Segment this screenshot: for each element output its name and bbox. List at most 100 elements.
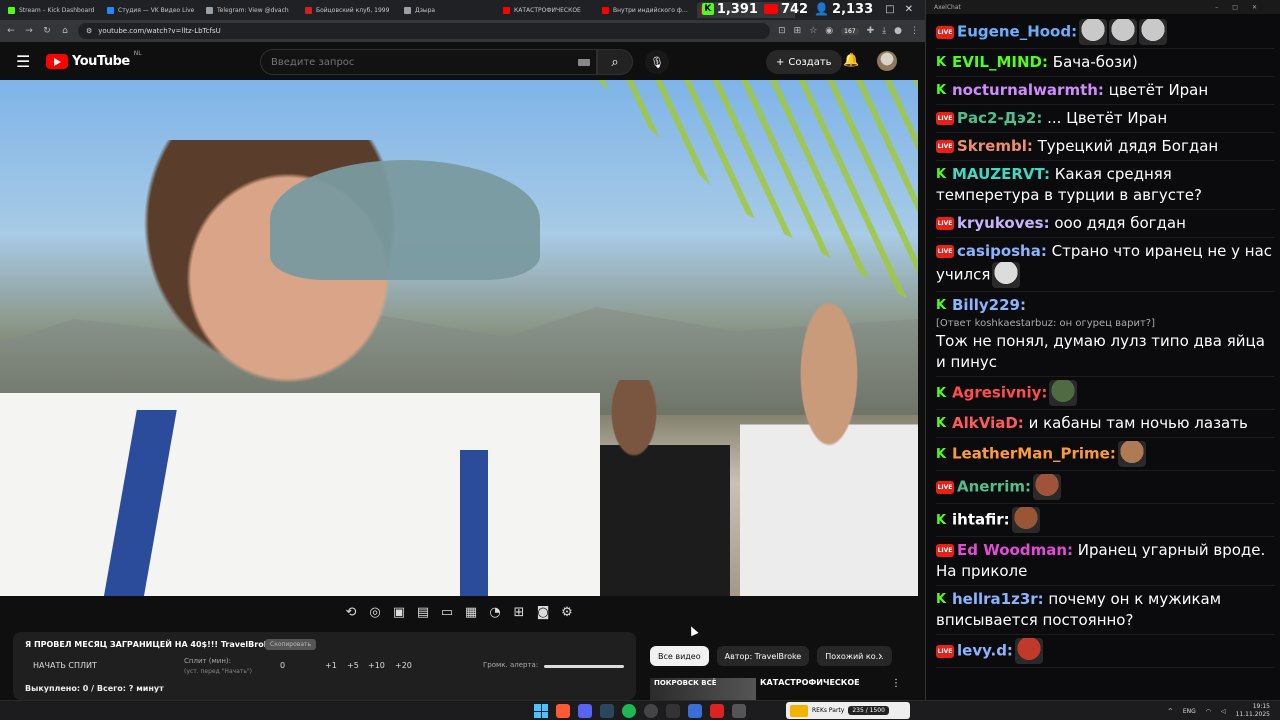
chat-username[interactable]: nocturnalwarmth:	[952, 81, 1104, 99]
camera-icon[interactable]: ◙	[535, 605, 551, 620]
chat-username[interactable]: ihtafir:	[952, 511, 1010, 529]
translate-icon[interactable]: ⊞	[794, 26, 802, 36]
extension-icon[interactable]: ◉	[825, 26, 833, 36]
chat-emote-icon	[1033, 474, 1062, 500]
chat-username[interactable]: Ed Woodman:	[957, 541, 1073, 559]
create-button[interactable]: + Создать	[766, 50, 842, 74]
notifications-bell-icon[interactable]: 🔔	[843, 53, 859, 68]
chat-username[interactable]: Anerrim:	[957, 478, 1031, 496]
profile-icon[interactable]: ●	[894, 26, 902, 36]
language-indicator[interactable]: ENG	[1183, 708, 1196, 715]
related-video[interactable]: ПОКРОВСК ВСЁ КАТАСТРОФИЧЕСКОЕ ⋮	[650, 678, 910, 700]
clip-icon[interactable]: ▤	[415, 605, 431, 620]
increment-button-20[interactable]: +20	[395, 661, 412, 670]
settings-gear-icon[interactable]: ⚙	[559, 605, 575, 620]
chat-username[interactable]: Skrembl:	[957, 137, 1033, 155]
obs-icon[interactable]	[644, 704, 658, 718]
browser-tab[interactable]: Бойцовский клуб, 1999	[301, 2, 399, 18]
download-icon[interactable]: ⤓	[882, 26, 886, 36]
start-split-button[interactable]: НАЧАТЬ СПЛИТ	[33, 661, 97, 670]
alert-volume-slider[interactable]	[544, 665, 624, 668]
search-input[interactable]	[271, 56, 578, 68]
windows-start-icon[interactable]	[534, 704, 548, 718]
increment-button-1[interactable]: +1	[325, 661, 337, 670]
search-button[interactable]: ⌕	[597, 49, 633, 75]
increment-button-5[interactable]: +5	[347, 661, 359, 670]
close-icon[interactable]: ✕	[905, 4, 913, 15]
menu-icon[interactable]: ☰	[16, 52, 32, 71]
chip-all-videos[interactable]: Все видео	[650, 646, 709, 666]
browser-tab[interactable]: Дзыра	[400, 2, 498, 18]
related-title[interactable]: КАТАСТРОФИЧЕСКОЕ	[760, 678, 890, 687]
chat-username[interactable]: Eugene_Hood:	[957, 23, 1077, 41]
chevron-right-icon[interactable]: ›	[878, 649, 883, 663]
install-icon[interactable]: ⊡	[778, 26, 786, 36]
chat-username[interactable]: LeatherMan_Prime:	[952, 445, 1116, 463]
url-field[interactable]: ⚙ youtube.com/watch?v=lltz-LbTcfsU	[78, 23, 771, 39]
speed-icon[interactable]: ◔	[487, 605, 503, 620]
more-vert-icon[interactable]: ⋮	[891, 678, 901, 689]
rec-widget[interactable]: REKs Party 235 / 1500	[786, 702, 910, 719]
video-player[interactable]	[0, 80, 918, 596]
browser-tab[interactable]: Внутри индийского ф…	[598, 2, 696, 18]
discord-icon[interactable]	[578, 704, 592, 718]
increment-button-10[interactable]: +10	[368, 661, 385, 670]
chat-message: Knocturnalwarmth: цветёт Иран	[936, 77, 1275, 105]
spotify-icon[interactable]	[622, 704, 636, 718]
copy-button[interactable]: Скопировать	[265, 639, 317, 650]
chat-username[interactable]: Billy229:	[952, 296, 1026, 314]
chat-username[interactable]: AlkViaD:	[952, 414, 1024, 432]
subtitles-icon[interactable]: ▦	[463, 605, 479, 620]
recorder-icon[interactable]	[710, 704, 724, 718]
theater-icon[interactable]: ▭	[439, 605, 455, 620]
youtube-logo[interactable]: YouTube NL	[46, 50, 142, 69]
site-info-icon[interactable]: ⚙	[86, 27, 92, 35]
browser-tab[interactable]: Telegram: View @dvach	[202, 2, 300, 18]
keyboard-icon[interactable]	[578, 58, 590, 66]
media-player-icon[interactable]	[688, 704, 702, 718]
chat-username[interactable]: Рас2-Дэ2:	[957, 109, 1042, 127]
tab-favicon-icon	[602, 6, 609, 14]
browser-tab[interactable]: КАТАСТРОФИЧЕСКОЕ	[499, 2, 597, 18]
chat-username[interactable]: kryukoves:	[957, 214, 1050, 232]
related-thumbnail[interactable]: ПОКРОВСК ВСЁ	[650, 678, 756, 700]
wifi-icon[interactable]: ◠	[1206, 708, 1211, 715]
audio-icon[interactable]: ◎	[367, 605, 383, 620]
chat-username[interactable]: hellra1z3r:	[952, 590, 1044, 608]
tray-chevron-icon[interactable]: ^	[1168, 708, 1173, 715]
split-minutes-value[interactable]: 0	[280, 661, 285, 670]
terminal-icon[interactable]	[732, 704, 746, 718]
add-icon[interactable]: ⊞	[511, 605, 527, 620]
chat-username[interactable]: Agresivniy:	[952, 384, 1047, 402]
bookmark-star-icon[interactable]: ☆	[809, 26, 817, 36]
back-icon[interactable]: ←	[6, 26, 16, 36]
chat-username[interactable]: levy.d:	[957, 642, 1013, 660]
reload-icon[interactable]: ↻	[42, 26, 52, 36]
chat-message: LIVE kryukoves: ооо дядя богдан	[936, 210, 1275, 238]
forward-icon[interactable]: →	[24, 26, 34, 36]
chat-username[interactable]: EVIL_MIND:	[952, 53, 1048, 71]
browser-tab[interactable]: Stream – Kick Dashboard	[4, 2, 102, 18]
puzzle-icon[interactable]: ✚	[867, 26, 875, 36]
browser-tab[interactable]: Студия — VK Видео Live	[103, 2, 201, 18]
volume-icon[interactable]: ◁	[1221, 708, 1226, 715]
loop-icon[interactable]: ⟲	[343, 605, 359, 620]
chrome-icon[interactable]	[556, 704, 570, 718]
chat-window-title: AxelChat	[934, 3, 961, 11]
voice-search-button[interactable]: 🎙	[645, 50, 669, 74]
clock[interactable]: 19:15 11.11.2025	[1236, 703, 1270, 719]
chat-text: ... Цветёт Иран	[1042, 109, 1168, 127]
maximize-icon[interactable]: □	[885, 4, 894, 15]
chat-window-controls[interactable]: –□✕	[1215, 4, 1271, 11]
chip-author[interactable]: Автор: TravelBroke	[716, 646, 810, 666]
chat-username[interactable]: MAUZERVT:	[952, 165, 1050, 183]
chat-message-list[interactable]: LIVE Eugene_Hood: K EVIL_MIND: Бача-бози) Kn…	[926, 14, 1280, 700]
menu-dots-icon[interactable]: ⋮	[910, 26, 919, 36]
screenshot-icon[interactable]: ▣	[391, 605, 407, 620]
avatar[interactable]	[877, 51, 897, 71]
app-icon[interactable]	[666, 704, 680, 718]
chat-username[interactable]: casiposha:	[957, 242, 1047, 260]
home-icon[interactable]: ⌂	[60, 26, 70, 36]
video-cap	[270, 160, 540, 280]
steam-icon[interactable]	[600, 704, 614, 718]
